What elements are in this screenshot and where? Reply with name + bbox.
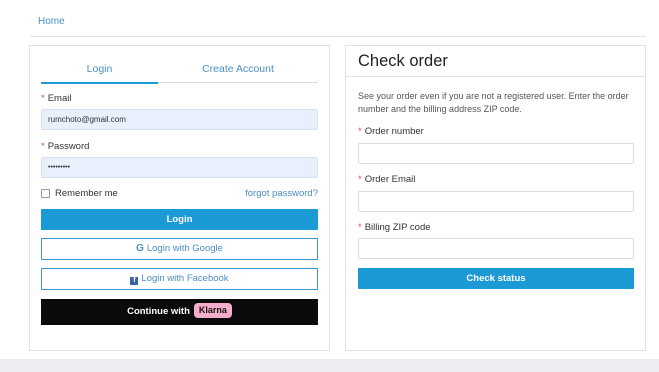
billing-zip-field[interactable] bbox=[358, 238, 634, 259]
email-field[interactable]: rumchoto@gmail.com bbox=[41, 109, 318, 130]
check-order-divider bbox=[346, 76, 645, 77]
login-button[interactable]: Login bbox=[41, 209, 318, 230]
footer-band bbox=[0, 359, 659, 372]
facebook-login-label: Login with Facebook bbox=[141, 273, 229, 284]
order-email-field[interactable] bbox=[358, 191, 634, 212]
required-mark: * bbox=[358, 126, 362, 137]
login-tabs: Login Create Account bbox=[41, 56, 318, 84]
order-email-label: * Order Email bbox=[358, 174, 416, 185]
facebook-login-button[interactable]: f Login with Facebook bbox=[41, 268, 318, 290]
google-login-label: Login with Google bbox=[146, 243, 223, 254]
password-field[interactable]: ••••••••• bbox=[41, 157, 318, 178]
required-mark: * bbox=[358, 174, 362, 185]
klarna-logo: Klarna bbox=[193, 303, 232, 318]
email-label: * Email bbox=[41, 93, 72, 104]
tab-login[interactable]: Login bbox=[41, 56, 158, 84]
check-status-button[interactable]: Check status bbox=[358, 268, 634, 289]
facebook-icon: f bbox=[130, 277, 139, 285]
required-mark: * bbox=[358, 222, 362, 233]
remember-me-checkbox[interactable] bbox=[41, 189, 50, 198]
login-panel: Login Create Account * Email rumchoto@gma… bbox=[29, 45, 330, 351]
remember-me-label[interactable]: Remember me bbox=[55, 188, 118, 199]
billing-zip-label: * Billing ZIP code bbox=[358, 222, 431, 233]
google-login-button[interactable]: G Login with Google bbox=[41, 238, 318, 260]
klarna-button-label: Continue with bbox=[127, 306, 190, 317]
klarna-button[interactable]: Continue with Klarna bbox=[41, 299, 318, 325]
required-mark: * bbox=[41, 93, 45, 104]
google-icon: G bbox=[136, 243, 144, 254]
order-number-field[interactable] bbox=[358, 143, 634, 164]
tab-create-account[interactable]: Create Account bbox=[158, 56, 318, 83]
order-number-label: * Order number bbox=[358, 126, 424, 137]
breadcrumb-home-link[interactable]: Home bbox=[38, 16, 65, 27]
forgot-password-link[interactable]: forgot password? bbox=[245, 188, 318, 199]
password-label: * Password bbox=[41, 141, 90, 152]
check-order-description: See your order even if you are not a reg… bbox=[358, 91, 629, 114]
check-order-panel: Check order See your order even if you a… bbox=[345, 45, 646, 351]
check-order-title: Check order bbox=[358, 52, 448, 70]
breadcrumb-divider bbox=[30, 36, 646, 37]
required-mark: * bbox=[41, 141, 45, 152]
